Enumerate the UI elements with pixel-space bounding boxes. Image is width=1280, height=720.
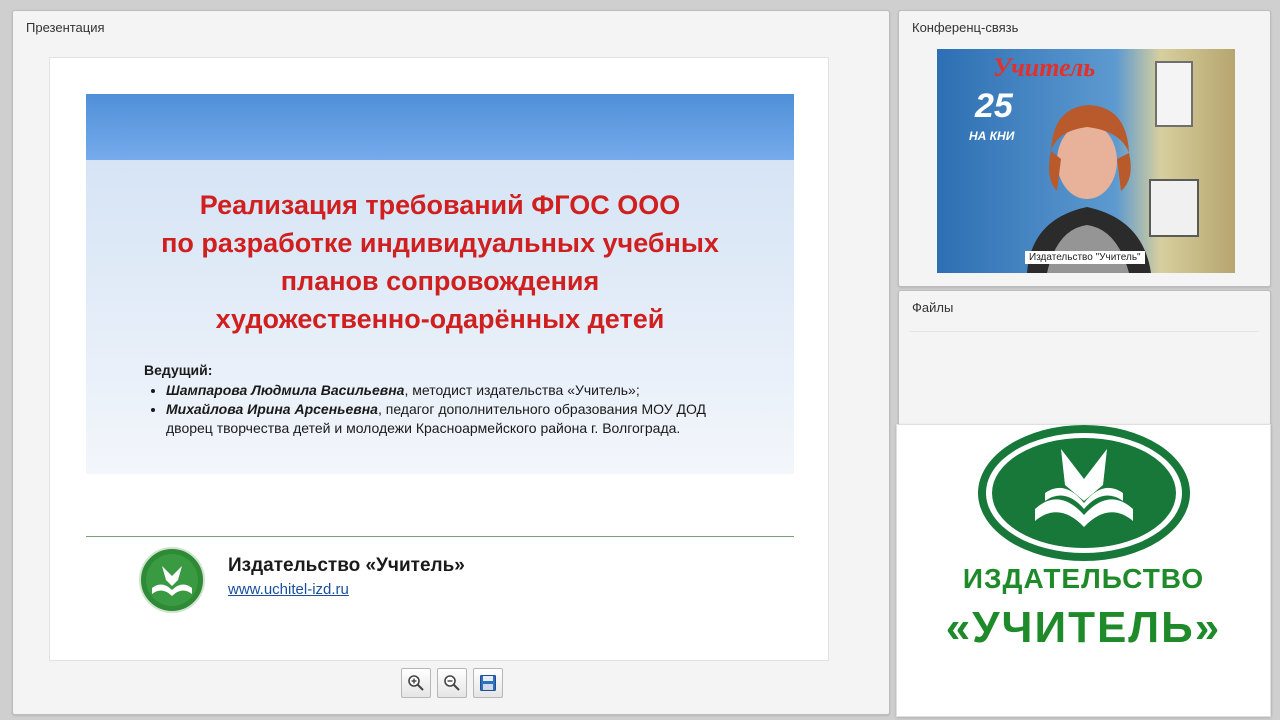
slide-content: Реализация требований ФГОС ООО по разраб… (86, 94, 794, 474)
zoom-in-icon (408, 675, 424, 691)
slide-white-bar (92, 476, 794, 518)
zoom-out-button[interactable] (437, 668, 467, 698)
slide-title-line: планов сопровождения (280, 266, 600, 296)
presenter-desc: , методист издательства «Учитель»; (404, 382, 640, 398)
logo-text-line2: «УЧИТЕЛЬ» (945, 603, 1222, 652)
save-icon (480, 675, 496, 691)
zoom-out-icon (444, 675, 460, 691)
presenters-heading: Ведущий: (144, 362, 213, 378)
slide-divider (86, 536, 794, 537)
slide-toolbar (401, 668, 503, 698)
slide-title-line: Реализация требований ФГОС ООО (199, 190, 681, 220)
slide-title: Реализация требований ФГОС ООО по разраб… (86, 186, 794, 338)
presentation-panel: Презентация Реализация требований ФГОС О… (12, 10, 890, 715)
publisher-logo-icon (139, 547, 205, 613)
conference-panel-title: Конференц-связь (912, 20, 1019, 35)
slide-publisher-name: Издательство «Учитель» (228, 555, 465, 576)
files-panel-title: Файлы (912, 300, 954, 315)
publisher-big-logo-icon (978, 425, 1190, 561)
files-list (909, 331, 1259, 422)
presenter-item: Шампарова Людмила Васильевна, методист и… (166, 381, 754, 400)
video-banner-sub: НА КНИ (969, 129, 1015, 143)
wall-frame (1155, 61, 1193, 127)
speaker-figure (1027, 105, 1151, 273)
slide: Реализация требований ФГОС ООО по разраб… (49, 57, 829, 661)
publisher-logo-panel: ИЗДАТЕЛЬСТВО «УЧИТЕЛЬ» (896, 424, 1271, 717)
zoom-in-button[interactable] (401, 668, 431, 698)
slide-publisher-link[interactable]: www.uchitel-izd.ru (228, 581, 349, 598)
video-caption: Издательство "Учитель" (1025, 251, 1145, 264)
slide-title-line: художественно-одарённых детей (215, 304, 665, 334)
conference-panel: Конференц-связь Учитель 25 НА КНИ Издате… (898, 10, 1271, 287)
slide-header-band (86, 94, 794, 160)
presenters-list: Шампарова Людмила Васильевна, методист и… (144, 381, 754, 438)
presenter-name: Михайлова Ирина Арсеньевна (166, 401, 378, 417)
logo-text-line1: ИЗДАТЕЛЬСТВО (962, 563, 1205, 594)
save-button[interactable] (473, 668, 503, 698)
video-stream[interactable]: Учитель 25 НА КНИ Издательство "Учитель" (937, 49, 1235, 273)
slide-title-line: по разработке индивидуальных учебных (161, 228, 719, 258)
presenters-block: Ведущий: Шампарова Людмила Васильевна, м… (144, 361, 754, 438)
video-banner-number: 25 (975, 87, 1013, 125)
presenter-name: Шампарова Людмила Васильевна (166, 382, 405, 398)
presenter-item: Михайлова Ирина Арсеньевна, педагог допо… (166, 400, 754, 438)
presentation-panel-title: Презентация (26, 20, 105, 35)
